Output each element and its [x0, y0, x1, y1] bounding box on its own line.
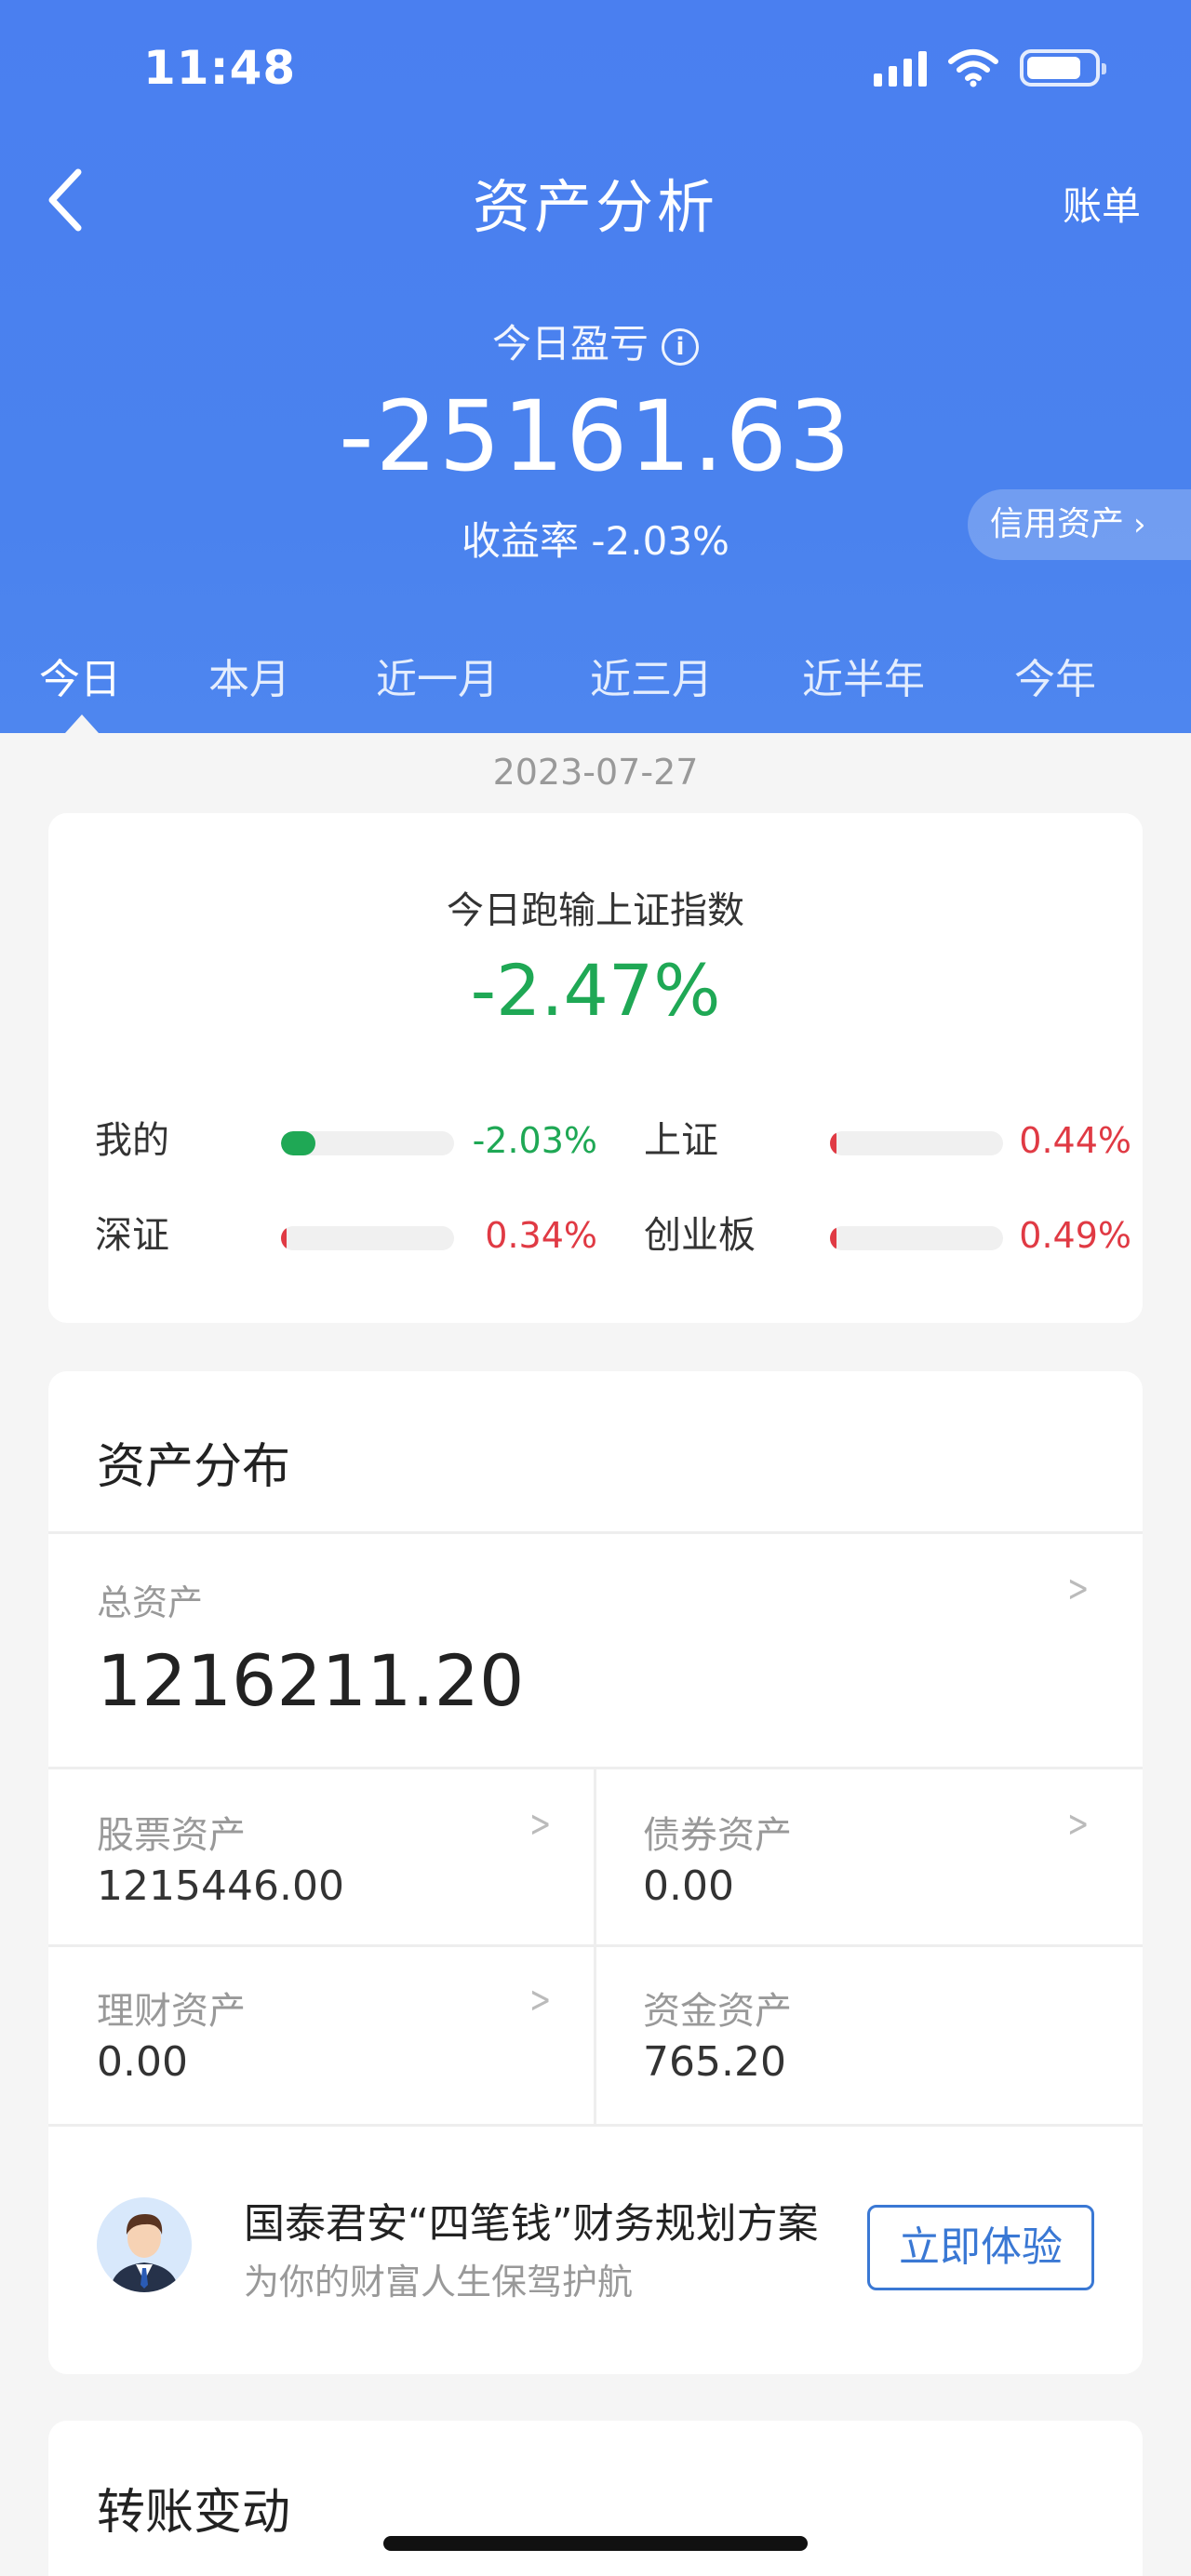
asset-distribution-title: 资产分布	[97, 1439, 291, 1495]
bond-assets-cell[interactable]: 债券资产 0.00 >	[596, 1769, 1143, 1944]
compare-row-mine: 我的 -2.03%	[95, 1113, 597, 1168]
promo-title: 国泰君安“四笔钱”财务规划方案	[244, 2200, 819, 2248]
credit-assets-label: 信用资产	[990, 505, 1125, 543]
compare-row-label: 我的	[95, 1119, 169, 1162]
transfer-changes-card: 转账变动	[48, 2421, 1143, 2576]
stock-assets-cell[interactable]: 股票资产 1215446.00 >	[48, 1769, 594, 1944]
compare-row-chinext: 创业板 0.49%	[644, 1208, 1146, 1263]
cash-assets-cell: 资金资产 765.20	[596, 1947, 1143, 2124]
compare-bar-fill	[281, 1226, 287, 1250]
tab-last-month[interactable]: 近一月	[376, 646, 499, 705]
compare-bar-fill	[281, 1131, 316, 1155]
compare-bar-fill	[830, 1226, 837, 1250]
date-label: 2023-07-27	[492, 752, 699, 793]
try-now-button[interactable]: 立即体验	[867, 2205, 1094, 2290]
page-title: 资产分析	[472, 173, 718, 241]
battery-icon	[1020, 49, 1106, 87]
stock-assets-value: 1215446.00	[97, 1862, 344, 1910]
stock-assets-label: 股票资产	[97, 1814, 246, 1857]
index-compare-card: 今日跑输上证指数 -2.47% 我的 -2.03% 上证 0.44% 深证 0.…	[48, 813, 1143, 1323]
advisor-avatar	[97, 2197, 192, 2292]
asset-distribution-card: 资产分布 总资产 1216211.20 > 股票资产 1215446.00 > …	[48, 1371, 1143, 2374]
bond-assets-value: 0.00	[643, 1862, 734, 1910]
status-icons	[874, 48, 1106, 87]
tab-this-year[interactable]: 今年	[1014, 646, 1096, 705]
chevron-right-icon: >	[1067, 1803, 1090, 1846]
compare-bar-track	[830, 1131, 1003, 1155]
bond-assets-label: 债券资产	[643, 1814, 792, 1857]
cash-assets-value: 765.20	[643, 2038, 786, 2086]
chevron-right-icon: ›	[1133, 506, 1146, 543]
chevron-right-icon: >	[1067, 1568, 1090, 1610]
tab-last-half-year[interactable]: 近半年	[802, 646, 925, 705]
compare-row-shenzhen: 深证 0.34%	[95, 1208, 597, 1263]
today-pnl-label: 今日盈亏 i	[0, 313, 1191, 369]
today-pnl-value: -25161.63	[339, 380, 852, 493]
compare-row-shanghai: 上证 0.44%	[644, 1113, 1146, 1168]
total-assets-row[interactable]: 总资产 1216211.20 >	[48, 1534, 1143, 1767]
wealth-assets-label: 理财资产	[97, 1990, 246, 2033]
status-time: 11:48	[143, 41, 297, 95]
cellular-signal-icon	[874, 49, 927, 87]
bill-link[interactable]: 账单	[1063, 175, 1141, 232]
divider	[48, 2124, 1143, 2127]
compare-row-value: 0.44%	[1019, 1120, 1131, 1161]
tab-last-three-months[interactable]: 近三月	[590, 646, 713, 705]
total-assets-label: 总资产	[97, 1582, 204, 1623]
chevron-right-icon: >	[529, 1803, 552, 1846]
compare-row-value: 0.49%	[1019, 1215, 1131, 1256]
header: 11:48 资产分析 账单 今日盈亏 i -25161.63 收益率 -2.03%…	[0, 0, 1191, 733]
wifi-icon	[948, 49, 998, 87]
wealth-assets-cell[interactable]: 理财资产 0.00 >	[48, 1947, 594, 2124]
home-indicator	[383, 2536, 808, 2551]
tab-today[interactable]: 今日	[39, 646, 121, 705]
transfer-changes-title: 转账变动	[97, 2485, 291, 2541]
compare-title: 今日跑输上证指数	[447, 889, 744, 932]
today-pnl-label-text: 今日盈亏	[491, 321, 649, 367]
promo-subtitle: 为你的财富人生保驾护航	[244, 2262, 634, 2302]
compare-bar-track	[830, 1226, 1003, 1250]
info-icon[interactable]: i	[662, 327, 699, 366]
compare-value: -2.47%	[470, 949, 721, 1032]
compare-row-value: 0.34%	[485, 1215, 597, 1256]
compare-bar-fill	[830, 1131, 837, 1155]
compare-bar-track	[281, 1131, 454, 1155]
wealth-assets-value: 0.00	[97, 2038, 188, 2086]
tab-this-month[interactable]: 本月	[208, 646, 290, 705]
period-tabs: 今日 本月 近一月 近三月 近半年 今年	[0, 646, 1191, 729]
total-assets-value: 1216211.20	[97, 1639, 525, 1722]
chevron-right-icon: >	[529, 1979, 552, 2022]
compare-row-value: -2.03%	[472, 1120, 597, 1161]
credit-assets-button[interactable]: 信用资产 ›	[968, 489, 1191, 560]
compare-row-label: 深证	[95, 1214, 169, 1257]
compare-row-label: 上证	[644, 1119, 718, 1162]
compare-bar-track	[281, 1226, 454, 1250]
cash-assets-label: 资金资产	[643, 1990, 792, 2033]
active-tab-indicator	[65, 714, 99, 733]
compare-row-label: 创业板	[644, 1214, 756, 1257]
